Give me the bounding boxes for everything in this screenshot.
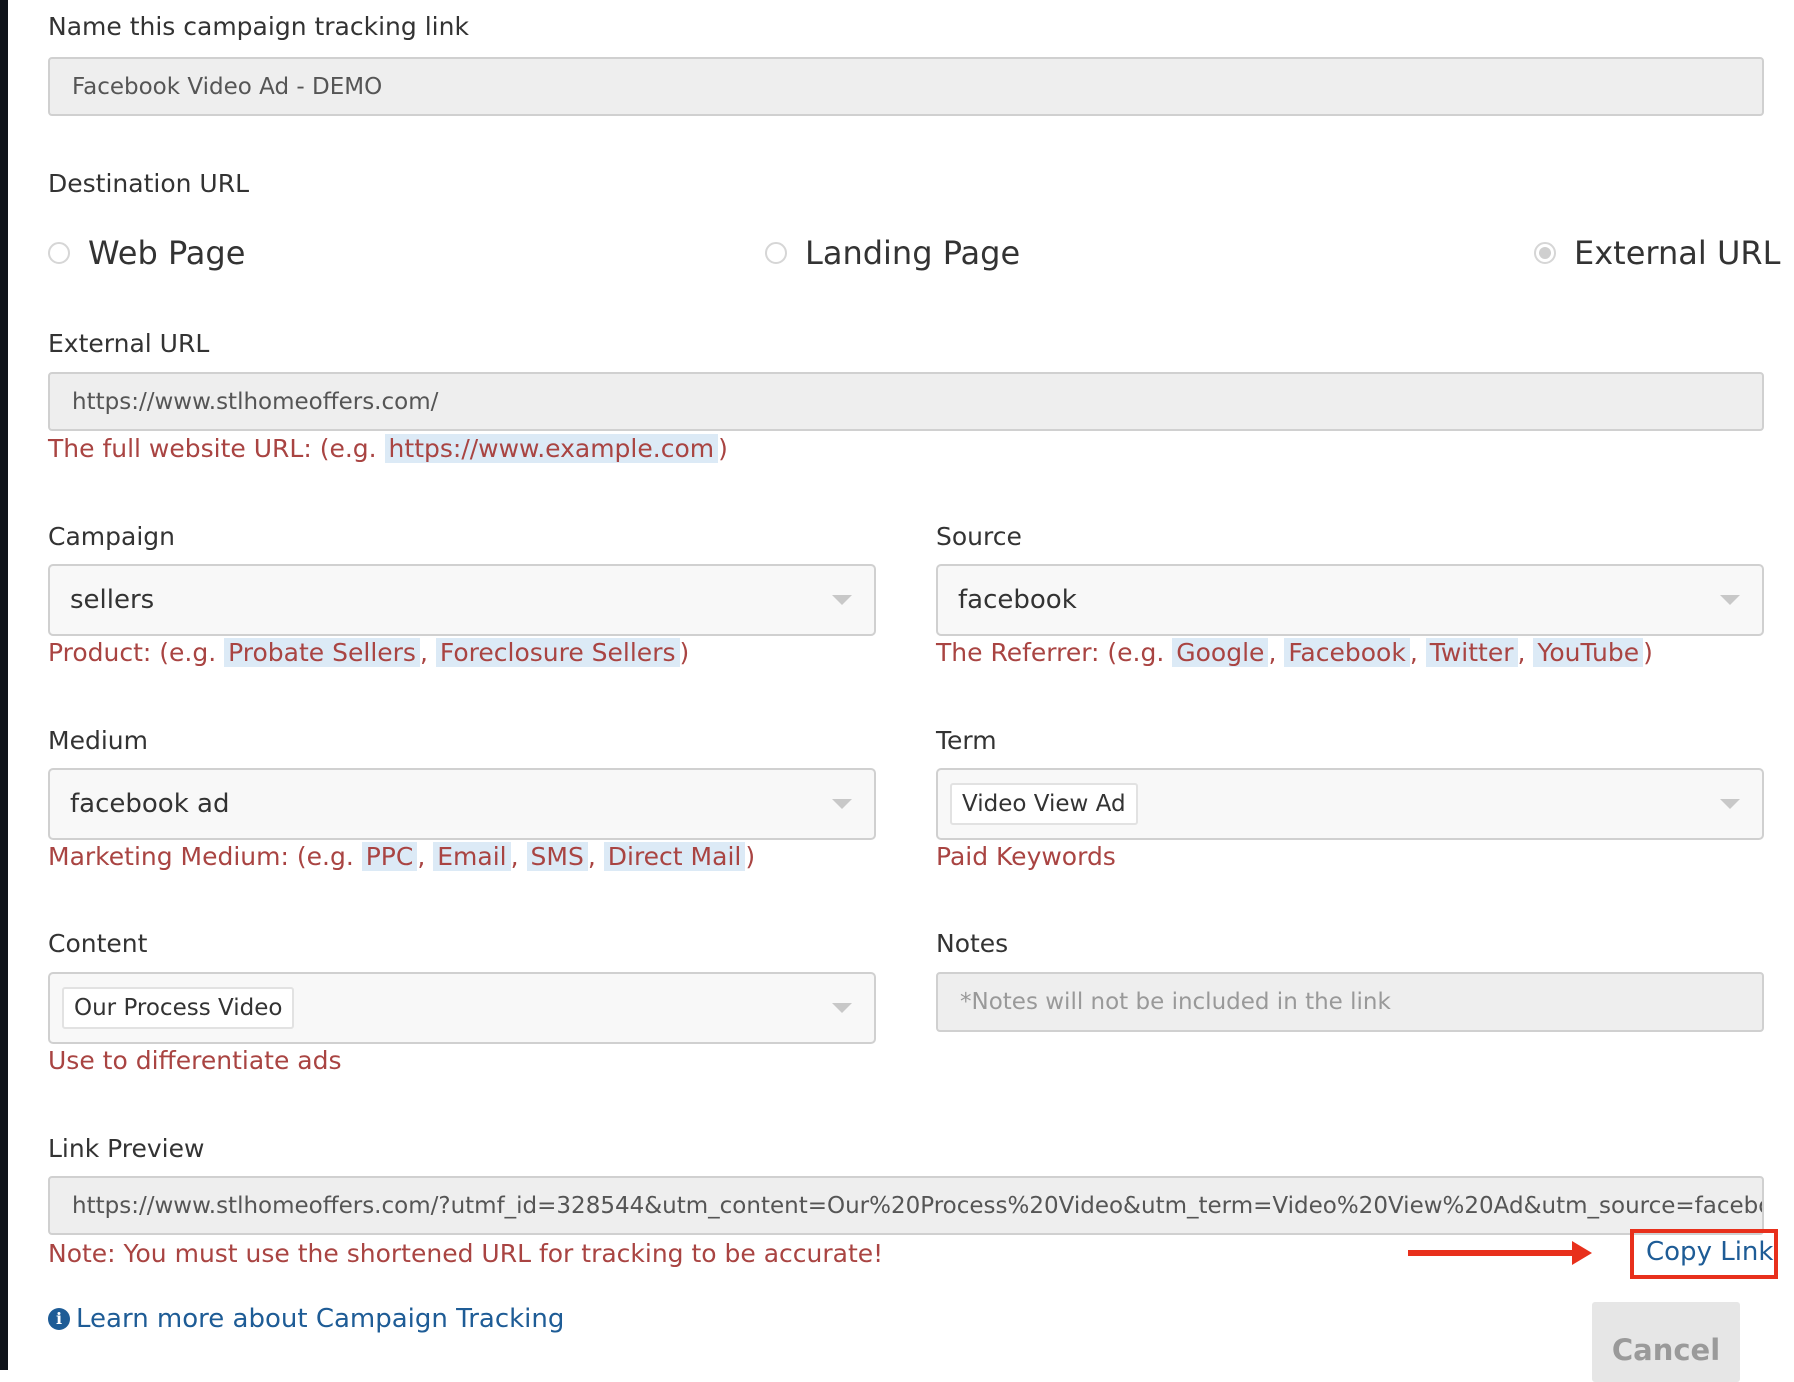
example-chip: https://www.example.com (384, 434, 719, 463)
campaign-label: Campaign (48, 522, 175, 551)
example-chip: Email (433, 842, 511, 871)
term-select[interactable]: Video View Ad (936, 768, 1764, 840)
campaign-help: Product: (e.g. Probate Sellers, Foreclos… (48, 638, 690, 667)
example-chip: Direct Mail (603, 842, 746, 871)
link-preview-label: Link Preview (48, 1134, 205, 1163)
chevron-down-icon[interactable] (832, 595, 852, 605)
help-prefix: Product: (e.g. (48, 638, 225, 667)
chevron-down-icon[interactable] (1720, 799, 1740, 809)
medium-label: Medium (48, 726, 148, 755)
external-url-value: https://www.stlhomeoffers.com/ (72, 388, 439, 415)
destination-label: Destination URL (48, 169, 250, 198)
help-prefix: The full website URL: (e.g. (48, 434, 385, 463)
radio-button-icon[interactable] (48, 242, 70, 264)
link-preview-note: Note: You must use the shortened URL for… (48, 1239, 884, 1268)
radio-label: Web Page (88, 234, 246, 272)
medium-help: Marketing Medium: (e.g. PPC, Email, SMS,… (48, 842, 756, 871)
chevron-down-icon[interactable] (832, 1003, 852, 1013)
example-chip: Facebook (1284, 638, 1410, 667)
campaign-value: sellers (70, 585, 155, 615)
content-label: Content (48, 929, 148, 958)
name-label: Name this campaign tracking link (48, 12, 469, 41)
notes-label: Notes (936, 929, 1009, 958)
learn-more-text[interactable]: Learn more about Campaign Tracking (76, 1304, 564, 1334)
radio-selected-icon[interactable] (1534, 242, 1556, 264)
source-help: The Referrer: (e.g. Google, Facebook, Tw… (936, 638, 1653, 667)
chevron-down-icon[interactable] (1720, 595, 1740, 605)
help-suffix: ) (718, 434, 728, 463)
chevron-down-icon[interactable] (832, 799, 852, 809)
help-prefix: The Referrer: (e.g. (936, 638, 1173, 667)
left-background-strip (0, 0, 8, 1370)
example-chip: Probate Sellers (224, 638, 420, 667)
help-suffix: ) (679, 638, 690, 667)
example-chip: Google (1172, 638, 1269, 667)
info-icon: i (48, 1308, 70, 1330)
medium-value: facebook ad (70, 789, 230, 819)
help-suffix: ) (1643, 638, 1653, 667)
radio-label: External URL (1574, 234, 1781, 272)
cancel-button[interactable]: Cancel (1592, 1302, 1740, 1382)
annotation-arrow-shaft (1408, 1250, 1574, 1256)
example-chip: PPC (361, 842, 418, 871)
link-preview-input[interactable]: https://www.stlhomeoffers.com/?utmf_id=3… (48, 1176, 1764, 1235)
term-label: Term (936, 726, 997, 755)
link-preview-value: https://www.stlhomeoffers.com/?utmf_id=3… (72, 1192, 1764, 1219)
example-chip: Twitter (1425, 638, 1518, 667)
example-chip: Foreclosure Sellers (435, 638, 680, 667)
copy-link-button[interactable]: Copy Link (1646, 1237, 1773, 1267)
help-suffix: ) (745, 842, 756, 871)
external-url-input[interactable]: https://www.stlhomeoffers.com/ (48, 372, 1764, 431)
term-help: Paid Keywords (936, 842, 1116, 871)
medium-select[interactable]: facebook ad (48, 768, 876, 840)
radio-label: Landing Page (805, 234, 1021, 272)
notes-placeholder: *Notes will not be included in the link (960, 989, 1391, 1015)
annotation-arrow-head-icon (1572, 1241, 1592, 1265)
source-value: facebook (958, 585, 1077, 615)
campaign-select[interactable]: sellers (48, 564, 876, 636)
external-url-label: External URL (48, 329, 210, 358)
radio-external-url[interactable]: External URL (1534, 234, 1780, 272)
external-url-help: The full website URL: (e.g. https://www.… (48, 434, 728, 463)
learn-more-link[interactable]: i Learn more about Campaign Tracking (48, 1304, 564, 1334)
help-prefix: Marketing Medium: (e.g. (48, 842, 362, 871)
term-tag[interactable]: Video View Ad (950, 783, 1138, 825)
notes-input[interactable]: *Notes will not be included in the link (936, 972, 1764, 1032)
radio-web-page[interactable]: Web Page (48, 234, 245, 272)
source-label: Source (936, 522, 1022, 551)
content-select[interactable]: Our Process Video (48, 972, 876, 1044)
example-chip: SMS (526, 842, 588, 871)
radio-landing-page[interactable]: Landing Page (765, 234, 1020, 272)
example-chip: YouTube (1533, 638, 1644, 667)
content-help: Use to differentiate ads (48, 1046, 342, 1075)
content-tag[interactable]: Our Process Video (62, 987, 295, 1029)
name-value: Facebook Video Ad - DEMO (72, 73, 383, 100)
name-input[interactable]: Facebook Video Ad - DEMO (48, 57, 1764, 116)
radio-button-icon[interactable] (765, 242, 787, 264)
source-select[interactable]: facebook (936, 564, 1764, 636)
